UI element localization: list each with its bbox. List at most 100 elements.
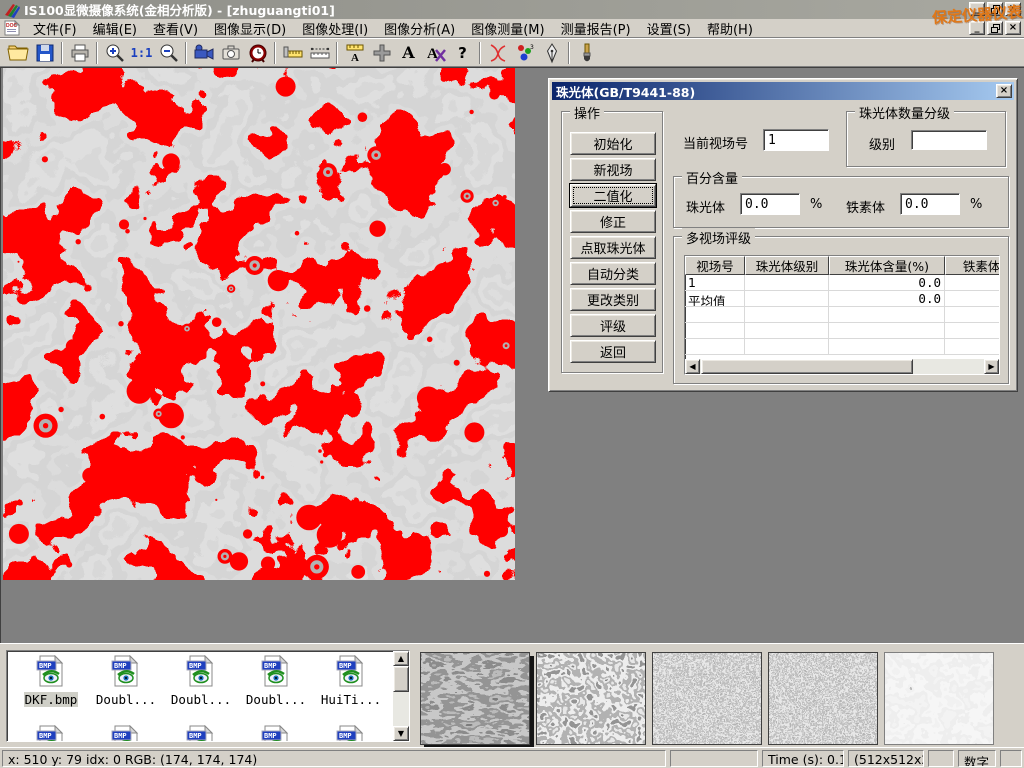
save-file-icon[interactable] (31, 40, 58, 66)
menu-edit[interactable]: 编辑(E) (85, 19, 145, 38)
menu-image-display[interactable]: 图像显示(D) (206, 19, 294, 38)
thumbnail-5[interactable] (884, 652, 994, 745)
file-item[interactable]: BMP (15, 725, 87, 742)
scrollbar-thumb[interactable] (393, 666, 409, 692)
status-time: Time (s): 0.113 (762, 750, 844, 767)
table-row[interactable]: 1 0.0 (685, 275, 999, 291)
initialize-button[interactable]: 初始化 (570, 132, 656, 155)
file-item[interactable]: BMP (315, 725, 387, 742)
toolbar-separator (336, 42, 338, 64)
scrollbar-thumb[interactable] (701, 359, 913, 374)
current-view-input[interactable] (763, 129, 829, 151)
file-item[interactable]: BMP Doubl... (90, 655, 162, 708)
file-item[interactable]: BMP (165, 725, 237, 742)
brush-tool-icon[interactable] (573, 40, 600, 66)
grade-button[interactable]: 评级 (570, 314, 656, 337)
table-header: 视场号 珠光体级别 珠光体含量(%) 铁素体含量(%) (685, 256, 999, 275)
correct-button[interactable]: 修正 (570, 210, 656, 233)
file-name[interactable]: DKF.bmp (24, 692, 79, 707)
pick-pearlite-button[interactable]: 点取珠光体 (570, 236, 656, 259)
file-name[interactable]: Doubl... (245, 692, 307, 707)
table-row-empty (685, 323, 999, 339)
thumbnail-1[interactable] (420, 652, 530, 745)
delete-annotation-icon[interactable]: A (422, 40, 449, 66)
multi-view-group-label: 多视场评级 (682, 228, 755, 247)
scroll-down-icon[interactable]: ▼ (393, 726, 409, 741)
menu-file[interactable]: 文件(F) (25, 19, 85, 38)
dialog-title-bar[interactable]: 珠光体(GB/T9441-88) (552, 82, 1014, 100)
change-class-button[interactable]: 更改类别 (570, 288, 656, 311)
table-row-empty (685, 339, 999, 355)
file-item[interactable]: BMP (90, 725, 162, 742)
table-row-empty (685, 307, 999, 323)
svg-text:BMP: BMP (39, 662, 52, 670)
auto-classify-button[interactable]: 自动分类 (570, 262, 656, 285)
file-list-scrollbar[interactable]: ▲ ▼ (393, 651, 409, 741)
thumbnail-2[interactable] (536, 652, 646, 745)
dialog-close-button[interactable]: × (996, 84, 1012, 98)
thumbnail-3[interactable] (652, 652, 762, 745)
toolbar-separator (96, 42, 98, 64)
move-tool-icon[interactable] (368, 40, 395, 66)
print-icon[interactable] (66, 40, 93, 66)
zoom-in-icon[interactable] (101, 40, 128, 66)
table-horizontal-scrollbar[interactable]: ◀ ▶ (685, 359, 999, 374)
menu-image-process[interactable]: 图像处理(I) (294, 19, 376, 38)
binarize-button[interactable]: 二值化 (570, 184, 656, 207)
col-pearlite-grade[interactable]: 珠光体级别 (745, 256, 829, 275)
menu-view[interactable]: 查看(V) (145, 19, 206, 38)
file-item[interactable]: BMP Doubl... (165, 655, 237, 708)
level-input[interactable] (911, 130, 987, 150)
file-item[interactable]: BMP DKF.bmp (15, 655, 87, 708)
help-icon[interactable]: ? (449, 40, 476, 66)
pearlite-percent-input[interactable] (740, 193, 800, 215)
col-pearlite-content[interactable]: 珠光体含量(%) (829, 256, 945, 275)
metallographic-image[interactable] (3, 68, 515, 580)
toolbar-separator (479, 42, 481, 64)
file-name[interactable]: HuiTi... (320, 692, 382, 707)
menu-image-analysis[interactable]: 图像分析(A) (376, 19, 463, 38)
cell-field: 平均值 (685, 291, 745, 306)
menu-bar: DOC 文件(F) 编辑(E) 查看(V) 图像显示(D) 图像处理(I) 图像… (0, 19, 1024, 38)
capture-camera-icon[interactable] (217, 40, 244, 66)
ferrite-percent-input[interactable] (900, 193, 960, 215)
menu-settings[interactable]: 设置(S) (639, 19, 699, 38)
pearlite-unit: % (810, 197, 822, 212)
menu-report[interactable]: 测量报告(P) (553, 19, 639, 38)
file-name[interactable]: Doubl... (170, 692, 232, 707)
open-file-icon[interactable] (4, 40, 31, 66)
bmp-file-icon: BMP (186, 655, 216, 687)
file-item[interactable]: BMP Doubl... (240, 655, 312, 708)
menu-image-measure[interactable]: 图像测量(M) (463, 19, 552, 38)
file-name[interactable]: Doubl... (95, 692, 157, 707)
file-item[interactable]: BMP (240, 725, 312, 742)
scroll-left-icon[interactable]: ◀ (685, 359, 700, 374)
video-camera-icon[interactable] (190, 40, 217, 66)
col-field-number[interactable]: 视场号 (685, 256, 745, 275)
text-annotation-icon[interactable]: A (395, 40, 422, 66)
col-ferrite-content[interactable]: 铁素体含量(%) (945, 256, 1000, 275)
scroll-right-icon[interactable]: ▶ (984, 359, 999, 374)
classify-tool-icon[interactable]: 3 (511, 40, 538, 66)
pen-tool-icon[interactable] (538, 40, 565, 66)
zoom-out-icon[interactable] (155, 40, 182, 66)
actual-size-icon[interactable]: 1:1 (128, 40, 155, 66)
caliper-icon[interactable] (279, 40, 306, 66)
status-image-size: (512x512x24) (848, 750, 924, 767)
ruler-icon[interactable] (306, 40, 333, 66)
measure-label-icon[interactable]: A (341, 40, 368, 66)
percent-group: 百分含量 珠光体 % 铁素体 % (673, 176, 1009, 228)
svg-text:BMP: BMP (339, 662, 352, 670)
mdi-close-button[interactable]: × (1005, 21, 1021, 35)
thumbnail-4[interactable] (768, 652, 878, 745)
file-item[interactable]: BMP HuiTi... (315, 655, 387, 708)
timer-icon[interactable] (244, 40, 271, 66)
toolbar-separator (274, 42, 276, 64)
curve-tool-icon[interactable] (484, 40, 511, 66)
return-button[interactable]: 返回 (570, 340, 656, 363)
table-row[interactable]: 平均值 0.0 (685, 291, 999, 307)
scroll-up-icon[interactable]: ▲ (393, 651, 409, 666)
new-field-button[interactable]: 新视场 (570, 158, 656, 181)
cell-pearlite: 0.0 (829, 275, 945, 290)
menu-help[interactable]: 帮助(H) (699, 19, 761, 38)
